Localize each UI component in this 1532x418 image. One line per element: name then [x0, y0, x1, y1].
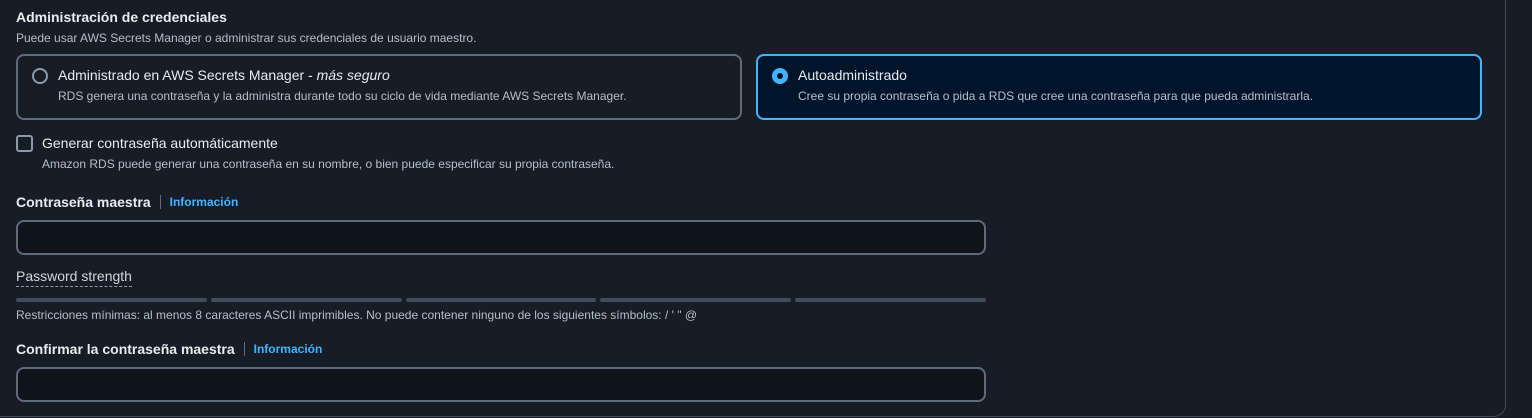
confirm-password-input[interactable]: [16, 367, 986, 402]
section-title: Administración de credenciales: [16, 9, 227, 25]
master-password-label: Contraseña maestra: [16, 194, 151, 210]
master-password-info-link[interactable]: Información: [159, 195, 238, 209]
option-secrets-manager[interactable]: Administrado en AWS Secrets Manager - má…: [16, 54, 742, 120]
strength-segment: [16, 298, 207, 302]
radio-selected-icon[interactable]: [772, 68, 788, 84]
option-self-managed[interactable]: Autoadministrado Cree su propia contrase…: [756, 54, 1482, 120]
confirm-password-label-row: Confirmar la contraseña maestra Informac…: [16, 341, 322, 357]
auto-password-checkbox[interactable]: [16, 135, 33, 152]
section-description: Puede usar AWS Secrets Manager o adminis…: [16, 31, 477, 45]
option-label: Administrado en AWS Secrets Manager - má…: [58, 67, 390, 83]
strength-segment: [210, 298, 402, 302]
password-strength-meter: [16, 298, 986, 302]
strength-segment: [405, 298, 597, 302]
option-description: RDS genera una contraseña y la administr…: [58, 89, 627, 103]
auto-password-description: Amazon RDS puede generar una contraseña …: [42, 157, 615, 171]
radio-icon[interactable]: [32, 68, 48, 84]
master-password-input[interactable]: [16, 220, 986, 255]
confirm-password-info-link[interactable]: Información: [243, 342, 322, 356]
confirm-password-label: Confirmar la contraseña maestra: [16, 341, 235, 357]
strength-segment: [600, 298, 792, 302]
password-strength-label[interactable]: Password strength: [16, 268, 132, 287]
option-label: Autoadministrado: [798, 67, 907, 83]
password-constraints: Restricciones mínimas: al menos 8 caract…: [16, 308, 698, 322]
auto-password-label[interactable]: Generar contraseña automáticamente: [42, 135, 278, 151]
master-password-label-row: Contraseña maestra Información: [16, 194, 238, 210]
strength-segment: [795, 298, 986, 302]
option-description: Cree su propia contraseña o pida a RDS q…: [798, 89, 1313, 103]
